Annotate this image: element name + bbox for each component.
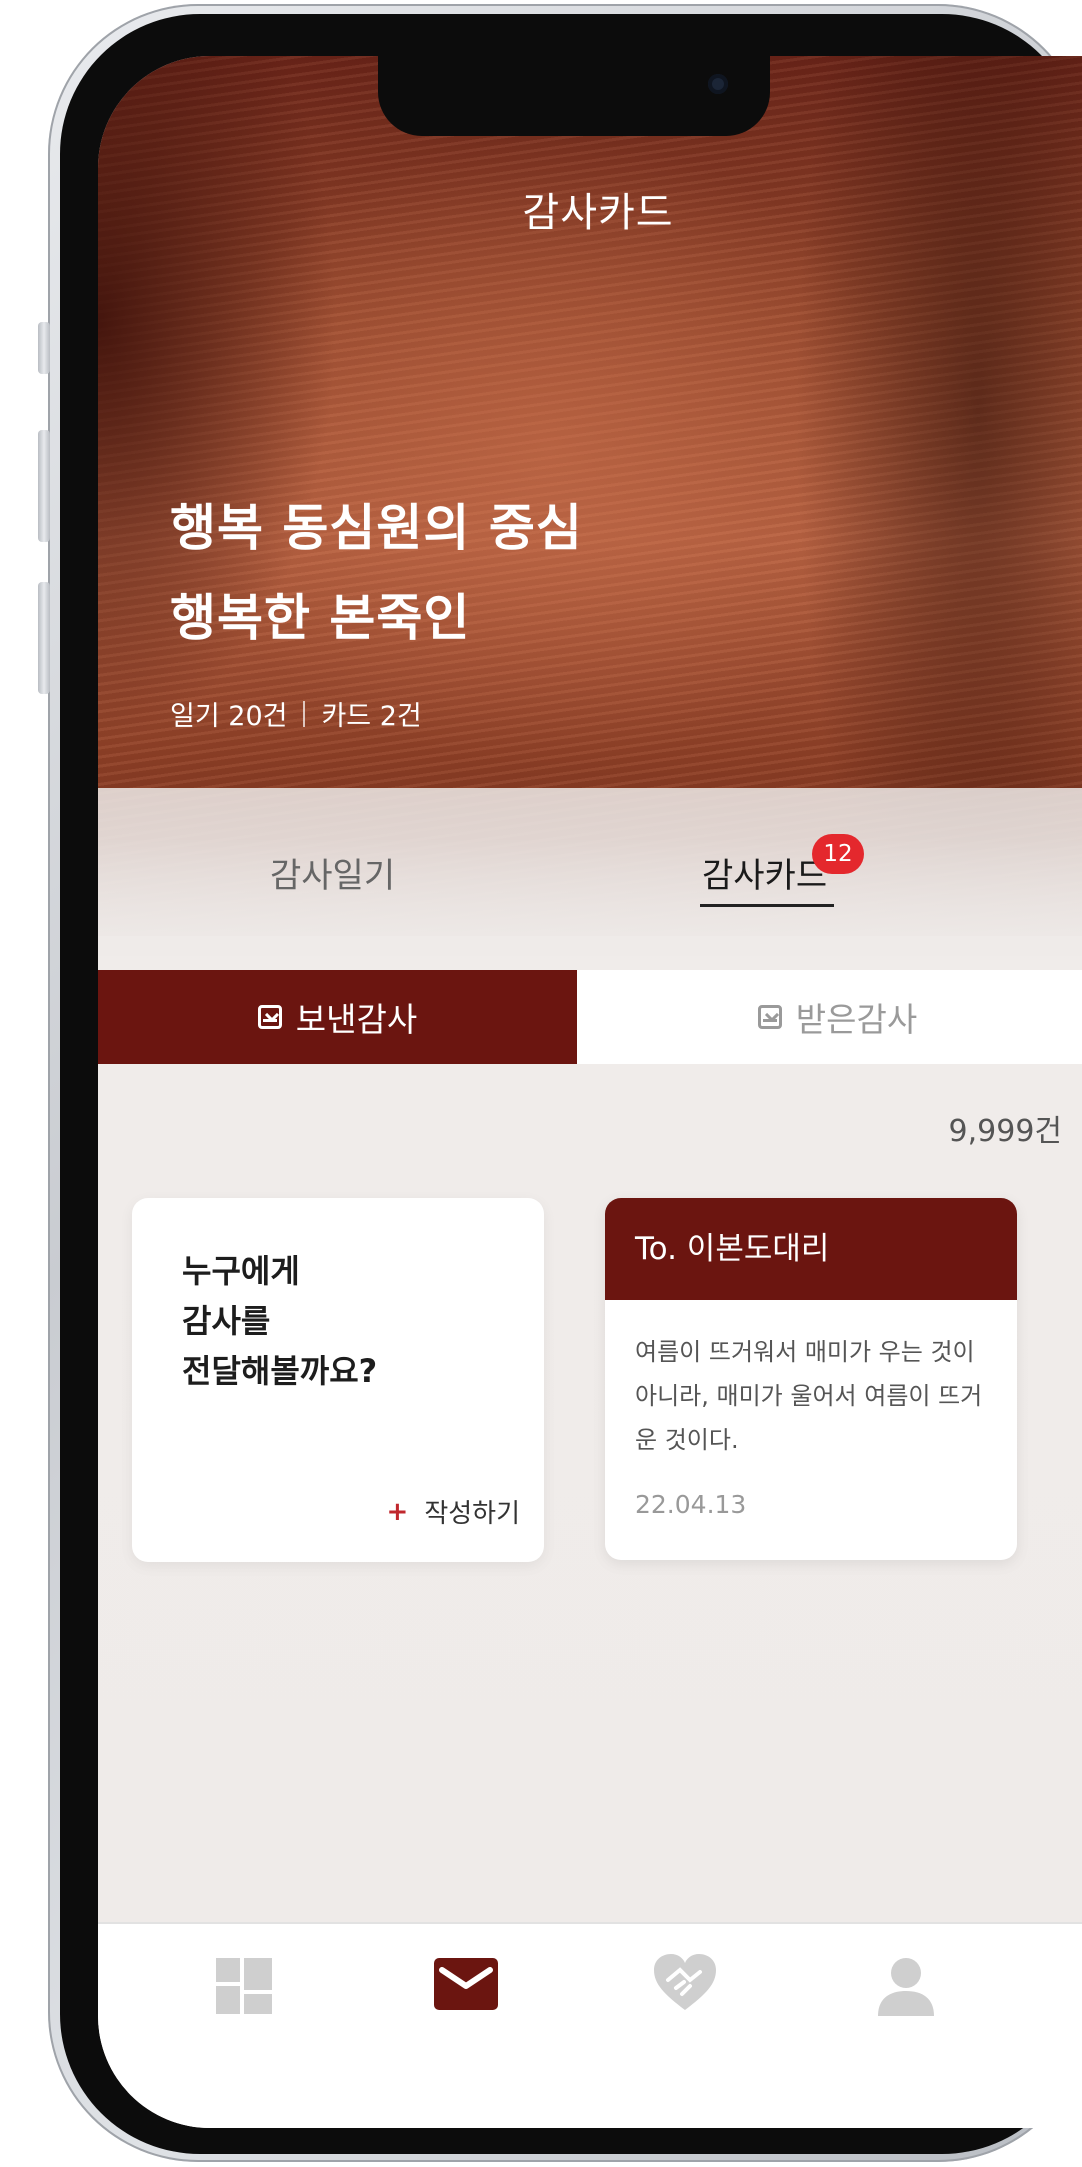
write-card-tile[interactable]: 누구에게 감사를 전달해볼까요? + 작성하기 (132, 1198, 544, 1562)
write-prompt-line1: 누구에게 (182, 1252, 300, 1290)
notch (378, 56, 770, 136)
write-card-prompt: 누구에게 감사를 전달해볼까요? (182, 1246, 377, 1396)
inbox-download-icon (757, 1005, 782, 1029)
hero-stats: 일기 20건 카드 2건 (170, 694, 422, 733)
content-area: 감사일기 감사카드 12 보낸감사 받은감사 9,999건 누구에게 감사를 전… (98, 788, 1082, 1928)
sent-card-message: 여름이 뜨거워서 매미가 우는 것이 아니라, 매미가 울어서 여름이 뜨거운 … (635, 1338, 983, 1454)
hero-title-line2: 행복한 본죽인 (170, 589, 471, 647)
segment-sent-label: 보낸감사 (295, 1000, 418, 1039)
plus-icon: + (386, 1496, 409, 1527)
hero-title-line1: 행복 동심원의 중심 (170, 499, 583, 557)
active-tab-indicator (700, 904, 834, 907)
write-prompt-line3: 전달해볼까요? (182, 1352, 378, 1390)
diary-count: 일기 20건 (170, 701, 288, 732)
segment-received-label: 받은감사 (795, 1000, 918, 1039)
stats-divider (303, 700, 306, 727)
screen: 감사카드 행복 동심원의 중심 행복한 본죽인 일기 20건 카드 2건 감사일… (98, 56, 1082, 2128)
heart-handshake-icon[interactable] (654, 1954, 716, 2012)
grid-icon[interactable] (216, 1958, 272, 2014)
bottom-nav (98, 1922, 1082, 2128)
write-button[interactable]: + 작성하기 (387, 1493, 520, 1530)
side-button-volume-down (38, 582, 50, 694)
card-count: 카드 2건 (321, 701, 422, 732)
sent-card[interactable]: To. 이본도대리 여름이 뜨거워서 매미가 우는 것이 아니라, 매미가 울어… (605, 1198, 1017, 1560)
side-button-volume-up (38, 430, 50, 542)
sent-card-date: 22.04.13 (635, 1490, 747, 1519)
write-button-label: 작성하기 (424, 1499, 520, 1529)
tab-bar: 감사일기 감사카드 12 (98, 788, 1082, 970)
notification-badge: 12 (812, 834, 864, 874)
card-total-count: 9,999건 (948, 1114, 1062, 1149)
write-prompt-line2: 감사를 (182, 1302, 271, 1340)
segment-sent[interactable]: 보낸감사 (98, 970, 577, 1064)
side-button-mute (38, 322, 50, 374)
user-icon[interactable] (876, 1956, 936, 2016)
sent-card-recipient: To. 이본도대리 (605, 1198, 1017, 1300)
tab-gratitude-card[interactable]: 감사카드 (702, 848, 827, 897)
camera-icon (708, 74, 728, 94)
mail-icon[interactable] (434, 1958, 498, 2010)
segment-received[interactable]: 받은감사 (577, 970, 1082, 1064)
inbox-download-icon (257, 1005, 282, 1029)
tab-gratitude-diary[interactable]: 감사일기 (270, 848, 395, 897)
page-title: 감사카드 (522, 190, 674, 236)
